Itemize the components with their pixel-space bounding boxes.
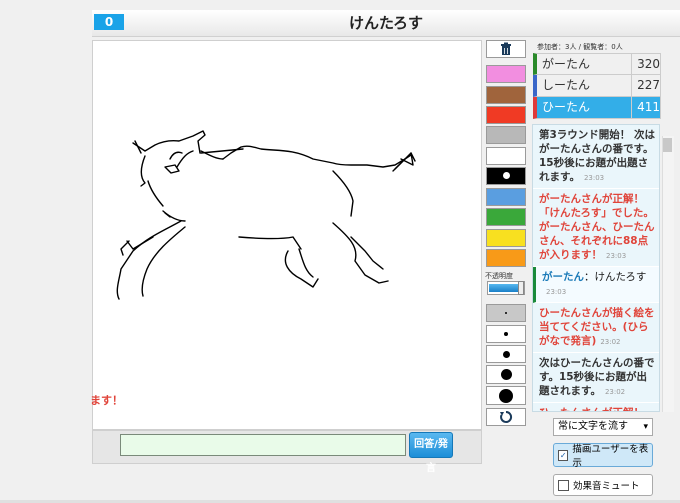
chat-scrollbar[interactable] bbox=[662, 136, 674, 412]
participants-count: 参加者：3人 / 観覧者：0人 bbox=[537, 43, 623, 51]
color-swatch[interactable] bbox=[486, 106, 526, 124]
mute-checkbox[interactable] bbox=[558, 479, 569, 491]
chevron-down-icon: ▾ bbox=[643, 422, 648, 432]
chat-message: がーたん：けんたろす 23:03 bbox=[533, 267, 659, 303]
overflow-message: ます！ bbox=[90, 394, 123, 407]
chat-text: がーたんさんが正解！「けんたろす」でした。がーたんさん、ひーたんさん、それぞれに… bbox=[539, 193, 655, 261]
answer-button[interactable]: 回答/発言 bbox=[409, 432, 453, 474]
brush-dot-icon bbox=[505, 312, 507, 314]
selected-dot-icon bbox=[503, 172, 510, 179]
player-score: 227 bbox=[637, 78, 660, 92]
brush-size-4[interactable] bbox=[486, 365, 526, 384]
color-swatch[interactable] bbox=[486, 249, 526, 267]
chat-message: ひーたんさんが描く絵を当ててください。(ひらがなで発言) 23:02 bbox=[533, 303, 659, 353]
color-swatch[interactable] bbox=[486, 86, 526, 104]
mute-toggle[interactable]: 効果音ミュート bbox=[553, 474, 653, 496]
chat-timestamp: 23:02 bbox=[600, 338, 621, 346]
color-swatch[interactable] bbox=[486, 167, 526, 185]
undo-icon bbox=[500, 410, 513, 423]
chat-timestamp: 23:03 bbox=[583, 174, 605, 182]
trash-button[interactable] bbox=[486, 40, 526, 58]
opacity-label: 不透明度 bbox=[485, 272, 513, 280]
chat-timestamp: 23:03 bbox=[546, 288, 567, 296]
brush-size-1[interactable] bbox=[486, 304, 526, 322]
chat-timestamp: 23:02 bbox=[604, 388, 626, 396]
opacity-knob[interactable] bbox=[518, 281, 524, 295]
player-score: 320 bbox=[637, 57, 660, 71]
chat-text: 次はひーたんさんの番です。15秒後にお題が出題されます。 bbox=[539, 357, 655, 397]
chat-message: 次はひーたんさんの番です。15秒後にお題が出題されます。 23:02 bbox=[533, 353, 659, 403]
brush-dot-icon bbox=[502, 350, 510, 358]
chat-log: 第3ラウンド開始！ 次はがーたんさんの番です。15秒後にお題が出題されます。 23… bbox=[532, 124, 660, 412]
chat-scroll-thumb[interactable] bbox=[663, 138, 672, 152]
player-score: 411 bbox=[637, 100, 660, 114]
player-name: ひーたん bbox=[537, 97, 633, 118]
color-swatch[interactable] bbox=[486, 147, 526, 165]
color-swatch[interactable] bbox=[486, 229, 526, 247]
player-row: しーたん 227 bbox=[533, 75, 661, 97]
player-name: しーたん bbox=[537, 75, 633, 96]
chat-text: ひーたんさんが描く絵を当ててください。(ひらがなで発言) bbox=[539, 307, 655, 347]
answer-input[interactable] bbox=[120, 434, 406, 456]
chat-message: 第3ラウンド開始！ 次はがーたんさんの番です。15秒後にお題が出題されます。 23… bbox=[533, 125, 659, 189]
player-row: ひーたん 411 bbox=[533, 97, 661, 119]
stream-select[interactable]: 常に文字を流す ▾ bbox=[553, 418, 653, 436]
opacity-fill bbox=[489, 284, 519, 292]
color-swatch[interactable] bbox=[486, 188, 526, 206]
page-title: けんたろす bbox=[348, 14, 424, 32]
color-swatch[interactable] bbox=[486, 65, 526, 83]
drawing-sketch bbox=[116, 130, 416, 300]
brush-dot-icon bbox=[499, 388, 513, 403]
chat-text: けんたろす bbox=[594, 271, 647, 283]
brush-dot-icon bbox=[500, 369, 512, 380]
player-list: がーたん 320 しーたん 227 ひーたん 411 bbox=[533, 53, 661, 119]
color-swatch[interactable] bbox=[486, 126, 526, 144]
chat-text: ひーたんさんが正解！ bbox=[539, 407, 644, 411]
trash-icon bbox=[501, 42, 511, 55]
show-drawer-toggle[interactable]: ✓ 描画ユーザーを表示 bbox=[553, 443, 653, 469]
mute-label: 効果音ミュート bbox=[573, 481, 640, 492]
chat-separator: ： bbox=[584, 271, 595, 283]
player-name: がーたん bbox=[537, 54, 633, 74]
stream-select-value: 常に文字を流す bbox=[558, 421, 628, 432]
drawing-canvas[interactable] bbox=[92, 40, 482, 430]
chat-message: ひーたんさんが正解！ bbox=[533, 403, 659, 411]
show-drawer-checkbox[interactable]: ✓ bbox=[558, 449, 569, 461]
undo-button[interactable] bbox=[486, 408, 526, 426]
brush-size-5[interactable] bbox=[486, 386, 526, 405]
chat-timestamp: 23:03 bbox=[606, 252, 627, 260]
chat-author: がーたん bbox=[542, 271, 584, 283]
color-swatch[interactable] bbox=[486, 208, 526, 226]
brush-dot-icon bbox=[504, 332, 508, 336]
show-drawer-label: 描画ユーザーを表示 bbox=[572, 444, 649, 469]
brush-size-2[interactable] bbox=[486, 325, 526, 343]
player-row: がーたん 320 bbox=[533, 53, 661, 75]
brush-size-3[interactable] bbox=[486, 345, 526, 363]
chat-message: がーたんさんが正解！「けんたろす」でした。がーたんさん、ひーたんさん、それぞれに… bbox=[533, 189, 659, 267]
